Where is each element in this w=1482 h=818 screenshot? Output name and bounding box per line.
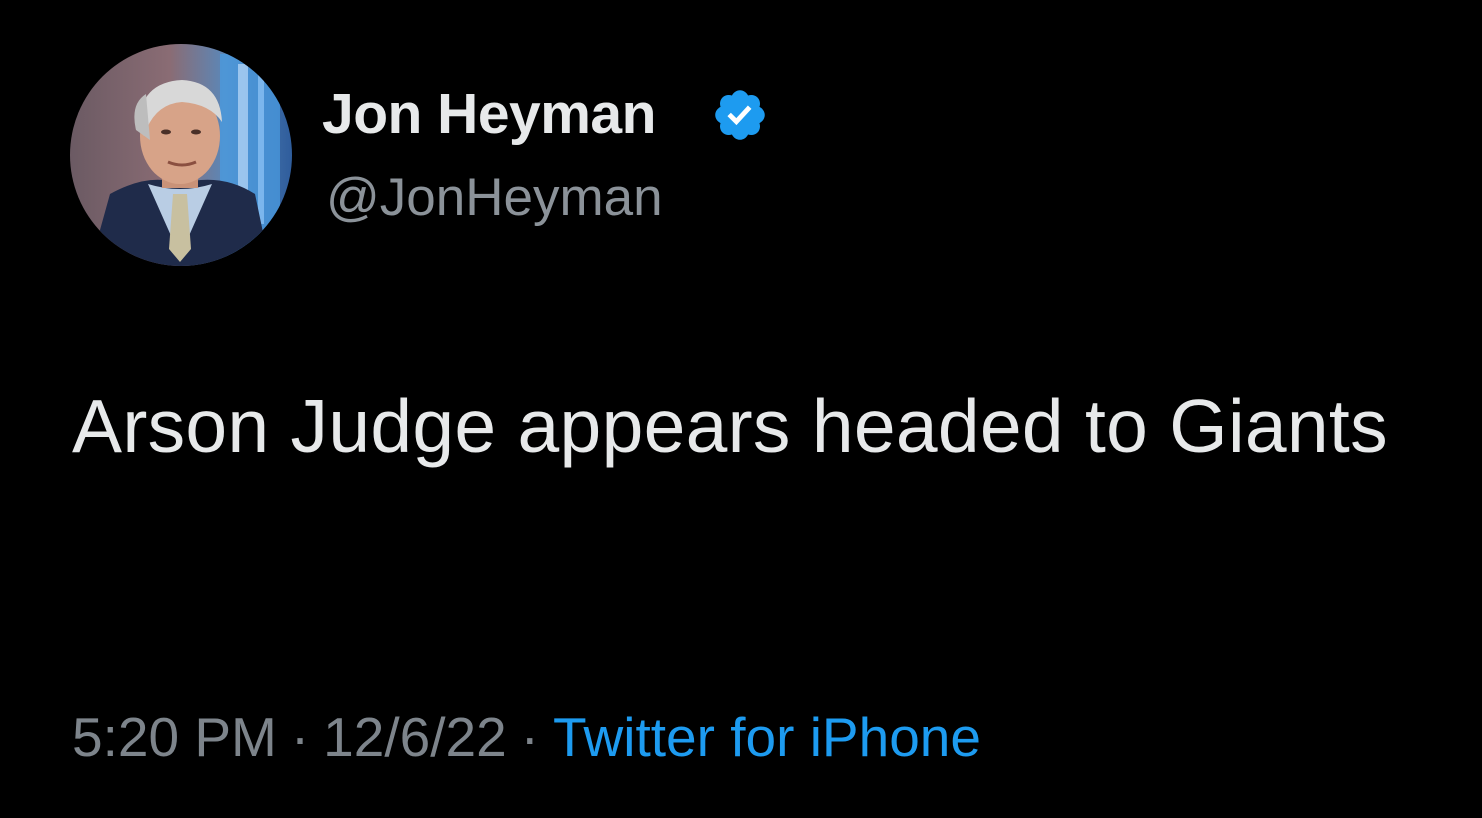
meta-separator: · [520, 706, 539, 768]
tweet-card: Jon Heyman @JonHeyman Arson Judge appear… [0, 0, 1482, 818]
tweet-date[interactable]: 12/6/22 [323, 702, 507, 772]
author-handle[interactable]: @JonHeyman [326, 166, 663, 230]
meta-separator: · [290, 706, 310, 768]
tweet-text: Arson Judge appears headed to Giants [72, 384, 1388, 468]
tweet-source-link[interactable]: Twitter for iPhone [553, 702, 981, 772]
tweet-time[interactable]: 5:20 PM [72, 702, 277, 772]
author-display-name[interactable]: Jon Heyman [322, 79, 656, 149]
tweet-metadata: 5:20 PM · 12/6/22 · Twitter for iPhone [72, 702, 981, 772]
author-avatar[interactable] [70, 44, 292, 266]
avatar-photo [70, 44, 292, 266]
verified-badge-icon [715, 90, 765, 140]
